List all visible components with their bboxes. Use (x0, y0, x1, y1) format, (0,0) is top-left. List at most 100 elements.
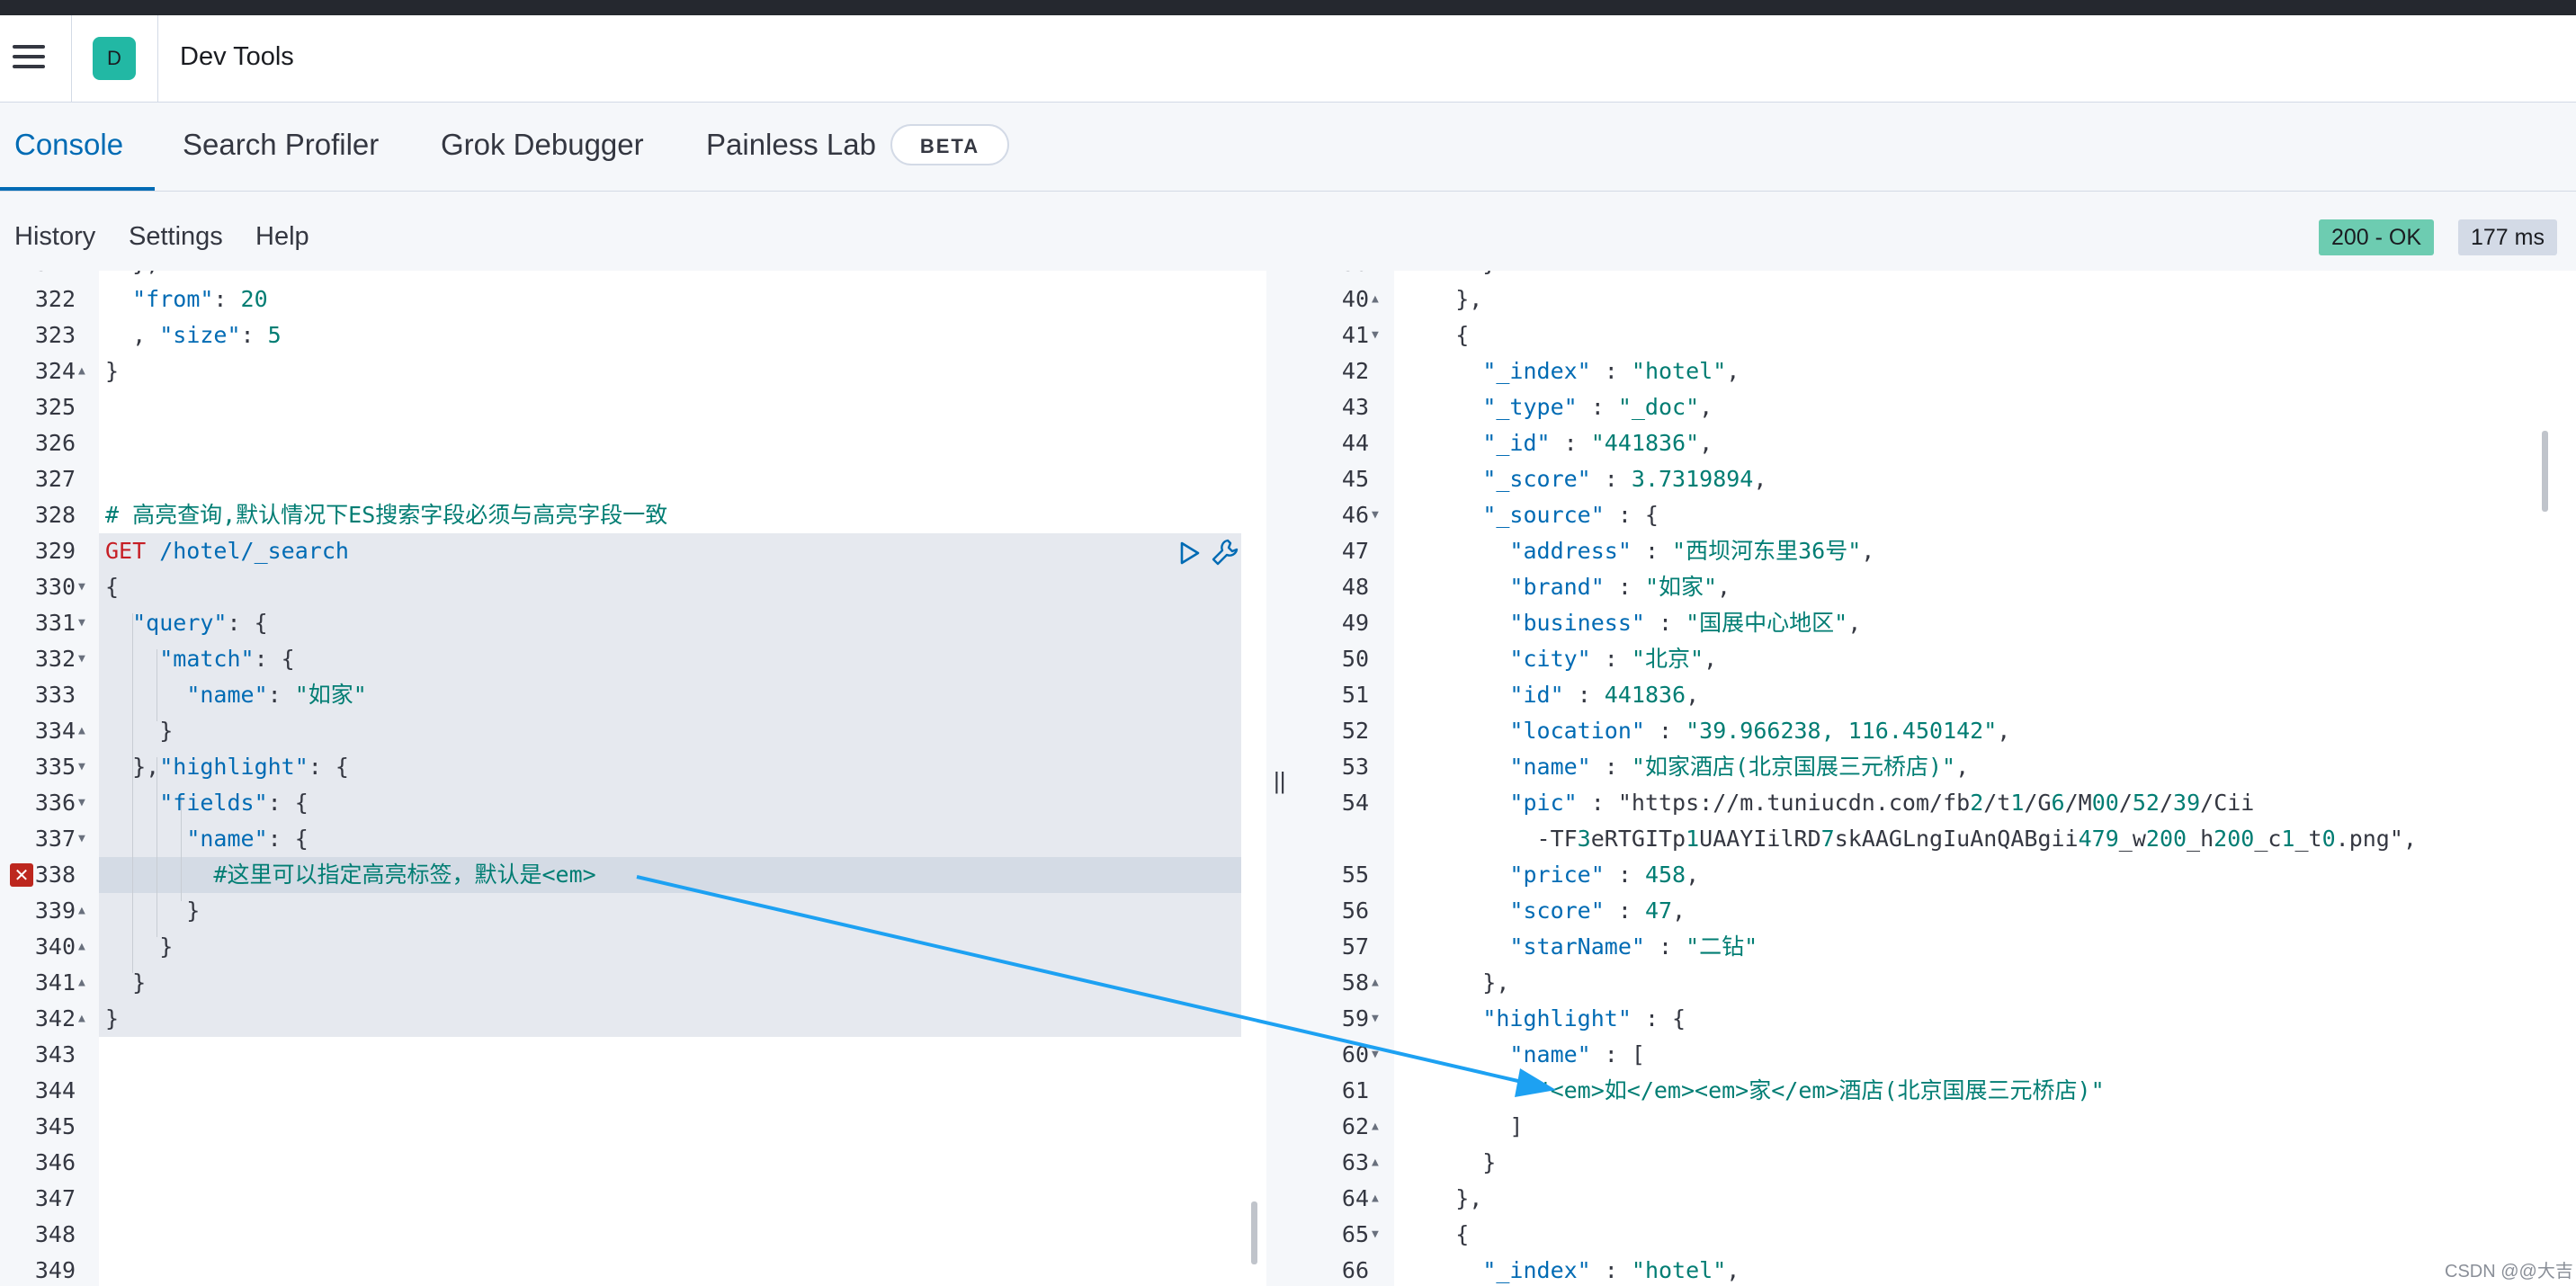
watermark: CSDN @@大吉 (2445, 1262, 2573, 1282)
resize-handle-icon[interactable]: || (1274, 767, 1286, 795)
code-text: }, (1401, 969, 1510, 996)
code-text: } (105, 1005, 120, 1031)
code-text: "score" : 47, (1509, 898, 1686, 924)
code-text: "_type" : "_doc", (1482, 394, 1713, 420)
response-line: 57 "starName" : "二钻" (1293, 929, 2553, 965)
fold-up-icon[interactable]: ▲ (1372, 1181, 1379, 1217)
settings-link[interactable]: Settings (129, 222, 223, 252)
code-text: GET /hotel/_search (105, 538, 349, 564)
header-divider (71, 15, 72, 102)
response-scrollbar[interactable] (2542, 431, 2548, 512)
fold-up-icon[interactable]: ▲ (78, 893, 85, 929)
line-number: 321 (0, 271, 76, 281)
line-number: 333 (34, 682, 76, 708)
fold-up-icon[interactable]: ▲ (78, 713, 85, 749)
hamburger-menu-icon[interactable] (13, 45, 45, 72)
app-header: D Dev Tools (0, 15, 2576, 103)
request-line: 349 (0, 1253, 1241, 1286)
line-number: 328 (34, 502, 76, 528)
fold-down-icon[interactable]: ▼ (78, 785, 85, 821)
line-number: 39 (1293, 271, 1369, 281)
line-number: 40 (1341, 286, 1369, 312)
line-number: 335 (34, 754, 76, 780)
code-text: { (105, 574, 120, 600)
tab-painless-lab[interactable]: Painless Lab (706, 128, 876, 162)
line-number: 324 (34, 358, 76, 384)
request-line: 347 (0, 1181, 1241, 1217)
fold-up-icon[interactable]: ▲ (78, 929, 85, 965)
line-number: 43 (1341, 394, 1369, 420)
play-icon[interactable] (1176, 540, 1202, 566)
request-line: 324 ▲} (0, 353, 1241, 389)
code-text: # 高亮查询,默认情况下ES搜索字段必须与高亮字段一致 (105, 502, 668, 528)
line-number: 329 (34, 538, 76, 564)
wrench-icon[interactable] (1210, 537, 1240, 567)
fold-up-icon[interactable]: ▲ (78, 1001, 85, 1037)
code-text: "_id" : "441836", (1482, 430, 1713, 456)
dev-tools-tabs: Console Search Profiler Grok Debugger Pa… (0, 103, 2576, 192)
code-text: "match": { (159, 646, 295, 672)
editor-resize-divider[interactable]: || (1266, 271, 1293, 1286)
response-line: 48 "brand" : "如家", (1293, 569, 2553, 605)
fold-up-icon[interactable]: ▲ (1372, 1145, 1379, 1181)
fold-up-icon[interactable]: ▲ (1372, 281, 1379, 317)
response-line: 50 "city" : "北京", (1293, 641, 2553, 677)
response-editor[interactable]: 39 }40▲ },41▼ {42 "_index" : "hotel",43 … (1293, 271, 2576, 1286)
response-line: -TF3eRTGITp1UAAYIilRD7skAAGLngIuAnQABgii… (1293, 821, 2553, 857)
tab-console[interactable]: Console (14, 128, 123, 162)
code-text: "location" : "39.966238, 116.450142", (1509, 718, 2011, 744)
line-number: 46 (1341, 502, 1369, 528)
error-x-icon[interactable]: ✕ (10, 863, 33, 887)
header-divider (157, 15, 158, 102)
fold-down-icon[interactable]: ▼ (1372, 497, 1379, 533)
line-number: 340 (34, 933, 76, 960)
fold-down-icon[interactable]: ▼ (1372, 1037, 1379, 1073)
request-line: 336 ▼ "fields": { (0, 785, 1241, 821)
fold-up-icon[interactable]: ▲ (78, 965, 85, 1001)
line-number: 334 (34, 718, 76, 744)
request-line: 334 ▲ } (0, 713, 1241, 749)
response-line: 53 "name" : "如家酒店(北京国展三元桥店)", (1293, 749, 2553, 785)
line-number: 348 (34, 1221, 76, 1247)
request-line: 343 (0, 1037, 1241, 1073)
tab-search-profiler[interactable]: Search Profiler (183, 128, 379, 162)
space-avatar[interactable]: D (93, 37, 136, 80)
line-number: 341 (34, 969, 76, 996)
code-text: "name": "如家" (186, 682, 367, 708)
line-number: 41 (1341, 322, 1369, 348)
request-scrollbar[interactable] (1251, 1201, 1257, 1264)
fold-down-icon[interactable]: ▼ (78, 641, 85, 677)
code-text: "<em>如</em><em>家</em>酒店(北京国展三元桥店)" (1536, 1077, 2105, 1103)
fold-down-icon[interactable]: ▼ (1372, 1001, 1379, 1037)
response-line: 39 } (1293, 271, 2553, 281)
line-number: 344 (34, 1077, 76, 1103)
fold-up-icon[interactable]: ▲ (78, 353, 85, 389)
fold-up-icon[interactable]: ▲ (1372, 1109, 1379, 1145)
help-link[interactable]: Help (255, 222, 309, 252)
code-text: "id" : 441836, (1509, 682, 1700, 708)
fold-down-icon[interactable]: ▼ (1372, 317, 1379, 353)
code-text: "city" : "北京", (1509, 646, 1718, 672)
fold-down-icon[interactable]: ▼ (78, 821, 85, 857)
response-line: 43 "_type" : "_doc", (1293, 389, 2553, 425)
line-number: 57 (1341, 933, 1369, 960)
request-line: 327 (0, 461, 1241, 497)
line-number: 349 (34, 1257, 76, 1283)
fold-up-icon[interactable]: ▲ (1372, 965, 1379, 1001)
line-number: 55 (1341, 862, 1369, 888)
line-number: 44 (1341, 430, 1369, 456)
code-text: "fields": { (159, 790, 309, 816)
line-number: 337 (34, 826, 76, 852)
fold-down-icon[interactable]: ▼ (1372, 1217, 1379, 1253)
status-badge: 200 - OK (2319, 219, 2435, 255)
tab-grok-debugger[interactable]: Grok Debugger (441, 128, 644, 162)
line-number: 60 (1341, 1041, 1369, 1067)
request-line: 340 ▲ } (0, 929, 1241, 965)
line-number: 63 (1341, 1149, 1369, 1175)
line-number: 322 (34, 286, 76, 312)
request-editor[interactable]: 321 },322 "from": 20323 , "size": 5324▲}… (0, 271, 1266, 1286)
fold-down-icon[interactable]: ▼ (78, 749, 85, 785)
fold-down-icon[interactable]: ▼ (78, 569, 85, 605)
history-link[interactable]: History (14, 222, 95, 252)
fold-down-icon[interactable]: ▼ (78, 605, 85, 641)
